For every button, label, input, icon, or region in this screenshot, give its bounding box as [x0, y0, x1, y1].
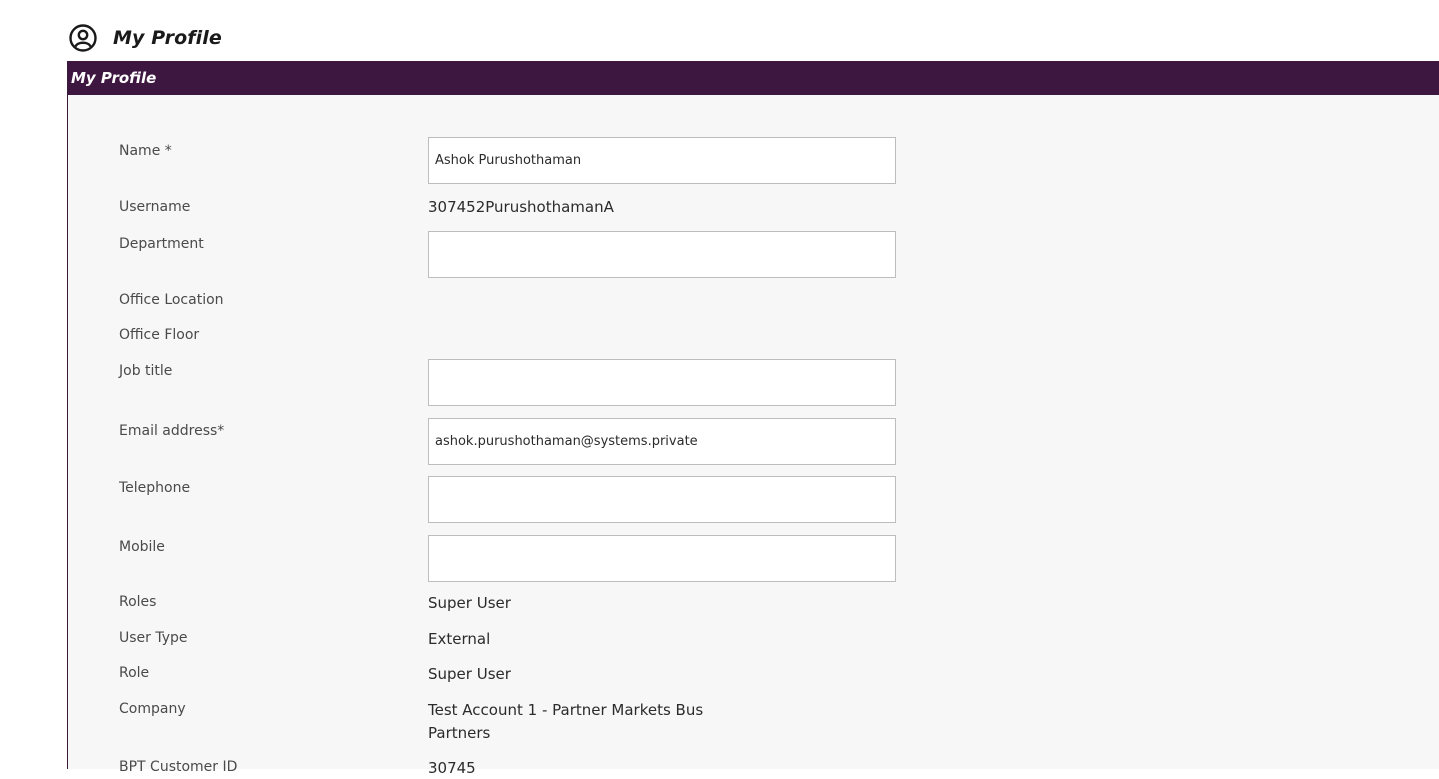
name-input[interactable]	[428, 137, 896, 184]
company-value-line1: Test Account 1 - Partner Markets Bus	[428, 701, 704, 719]
roles-value: Super User	[428, 594, 511, 612]
customer-id-label: BPT Customer ID	[119, 759, 238, 775]
mobile-input[interactable]	[428, 535, 896, 582]
office-location-label: Office Location	[119, 292, 224, 308]
mobile-label: Mobile	[119, 539, 165, 555]
company-label: Company	[119, 701, 186, 717]
user-type-label: User Type	[119, 630, 188, 646]
role-value: Super User	[428, 665, 511, 683]
telephone-label: Telephone	[119, 480, 191, 496]
telephone-input[interactable]	[428, 476, 896, 523]
username-value: 307452PurushothamanA	[428, 198, 614, 216]
email-input[interactable]	[428, 418, 896, 465]
page-header: My Profile	[67, 20, 222, 56]
page-title: My Profile	[113, 27, 222, 49]
profile-panel: My Profile Name * Username 307452Purusho…	[67, 61, 1439, 777]
job-title-input[interactable]	[428, 359, 896, 406]
department-input[interactable]	[428, 231, 896, 278]
name-label: Name *	[119, 143, 172, 159]
department-label: Department	[119, 236, 204, 252]
company-value-line2: Partners	[428, 724, 491, 742]
user-type-value: External	[428, 630, 491, 648]
office-floor-label: Office Floor	[119, 327, 200, 343]
panel-header: My Profile	[68, 61, 1439, 95]
email-label: Email address*	[119, 423, 225, 439]
user-circle-icon	[67, 22, 99, 54]
roles-label: Roles	[119, 594, 157, 610]
username-label: Username	[119, 199, 191, 215]
role-label: Role	[119, 665, 150, 681]
job-title-label: Job title	[119, 363, 173, 379]
